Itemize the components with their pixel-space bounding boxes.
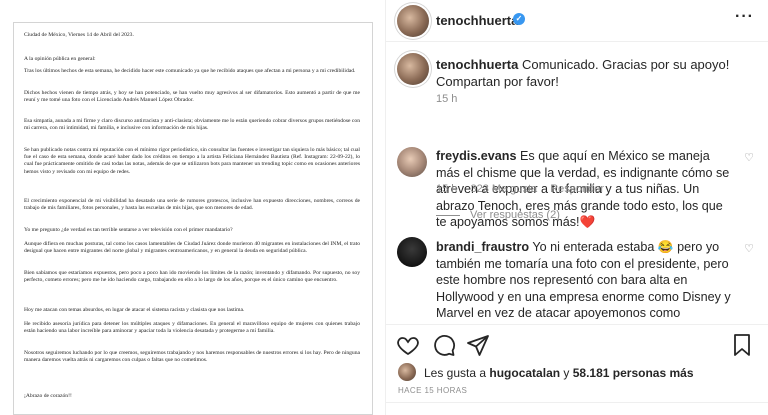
document-paragraph: Se han publicado notas contra mi reputac…	[24, 147, 360, 175]
share-icon[interactable]	[466, 333, 490, 357]
replies-divider	[436, 215, 460, 216]
post-actions-bar	[386, 324, 768, 364]
post-image-area: Ciudad de México, Viernes 14 de Abril de…	[0, 0, 386, 415]
likes-mid: y	[560, 366, 573, 380]
liker-avatar[interactable]	[398, 363, 416, 381]
more-options-icon[interactable]: ···	[735, 8, 754, 26]
comment-like-icon[interactable]: ♡	[744, 151, 754, 164]
caption-author-username[interactable]: tenochhuerta	[436, 57, 518, 72]
view-replies-link[interactable]: Ver respuestas (2)	[470, 209, 560, 221]
statement-document: Ciudad de México, Viernes 14 de Abril de…	[13, 22, 373, 415]
comment-icon[interactable]	[432, 333, 456, 357]
document-paragraph: Hoy me atacan con temas absurdos, en lug…	[24, 307, 245, 313]
likes-count[interactable]: 58.181 personas más	[573, 366, 694, 380]
document-paragraph: Nosotros seguiremos luchando por lo que …	[24, 350, 360, 364]
document-paragraph: Esa simpatía, aunada a mi firme y claro …	[24, 118, 360, 132]
commenter-avatar[interactable]	[397, 237, 427, 267]
liker-username[interactable]: hugocatalan	[489, 366, 560, 380]
comment-item: brandi_fraustro Yo ni enterada estaba 😂 …	[436, 239, 736, 319]
author-avatar[interactable]	[397, 5, 429, 37]
caption-author-avatar[interactable]	[397, 53, 429, 85]
document-paragraph: He recibido asesoría jurídica para deten…	[24, 321, 360, 335]
comment-likes[interactable]: 323 Me gusta	[470, 183, 537, 195]
commenter-avatar[interactable]	[397, 147, 427, 177]
document-paragraph: Aunque difiera en muchas posturas, tal c…	[24, 241, 360, 255]
document-paragraph: Dichos hechos vienen de tiempo atrás, y …	[24, 90, 360, 104]
document-signoff: ¡Abrazo de corazón!!	[24, 393, 72, 399]
reply-link[interactable]: Responder	[550, 183, 604, 195]
likes-prefix: Les gusta a	[424, 366, 490, 380]
document-paragraph: Bien sabíamos que estaríamos expuestos, …	[24, 270, 360, 284]
add-comment-bar[interactable]	[386, 402, 768, 415]
verified-badge-icon: ✓	[513, 13, 525, 25]
post-caption: tenochhuerta Comunicado. Gracias por su …	[436, 56, 754, 90]
heart-icon[interactable]	[396, 333, 420, 357]
caption-time: 15 h	[436, 93, 458, 105]
bookmark-icon[interactable]	[730, 333, 754, 357]
document-paragraph: Tras los últimos hechos de esta semana, …	[24, 68, 356, 74]
document-paragraph: El crecimiento exponencial de mi visibil…	[24, 198, 360, 212]
author-username[interactable]: tenochhuerta	[436, 13, 518, 28]
document-date: Ciudad de México, Viernes 14 de Abril de…	[24, 32, 134, 38]
post-header: tenochhuerta ✓ ···	[386, 0, 768, 42]
post-panel: tenochhuerta ✓ ··· tenochhuerta Comunica…	[386, 0, 768, 415]
comment-like-icon[interactable]: ♡	[744, 242, 754, 255]
comment-time: 15 h	[436, 183, 458, 195]
document-greeting: A la opinión pública en general:	[24, 56, 96, 62]
post-timestamp: HACE 15 HORAS	[398, 386, 468, 395]
commenter-username[interactable]: brandi_fraustro	[436, 240, 529, 254]
likes-summary: Les gusta a hugocatalan y 58.181 persona…	[424, 366, 694, 380]
document-paragraph: Yo me pregunto ¿de verdad es tan terribl…	[24, 227, 233, 233]
commenter-username[interactable]: freydis.evans	[436, 149, 517, 163]
comment-meta: 15 h 323 Me gusta Responder	[436, 183, 614, 195]
